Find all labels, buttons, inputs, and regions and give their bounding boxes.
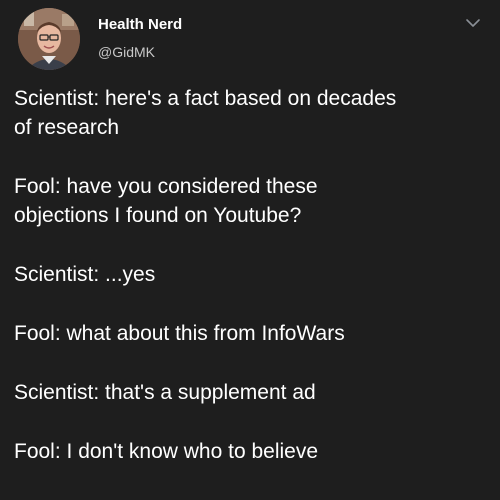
text-line: of research [14,116,120,139]
text-line: Fool: I don't know who to believe [14,440,319,463]
text-line: Scientist: here's a fact based on decade… [14,87,397,110]
tweet-card: Health Nerd @GidMK Scientist: here's a f… [0,0,500,500]
text-line: Fool: what about this from InfoWars [14,322,345,345]
paragraph: Fool: what about this from InfoWars [14,319,486,348]
chevron-down-icon[interactable] [464,14,482,32]
paragraph: Scientist: ...yes [14,260,486,289]
paragraph: Fool: I don't know who to believe [14,437,486,466]
paragraph: Scientist: that's a supplement ad [14,378,486,407]
text-line: Scientist: ...yes [14,263,156,286]
profile-photo-icon [18,8,80,70]
text-line: objections I found on Youtube? [14,204,302,227]
display-name[interactable]: Health Nerd [98,16,182,33]
tweet-header: Health Nerd @GidMK [14,6,486,76]
text-line: Scientist: that's a supplement ad [14,381,316,404]
tweet-text: Scientist: here's a fact based on decade… [14,84,486,496]
paragraph: Fool: have you considered these objectio… [14,172,486,230]
paragraph: Scientist: here's a fact based on decade… [14,84,486,142]
avatar[interactable] [18,8,80,70]
user-handle[interactable]: @GidMK [98,44,155,60]
text-line: Fool: have you considered these [14,175,318,198]
